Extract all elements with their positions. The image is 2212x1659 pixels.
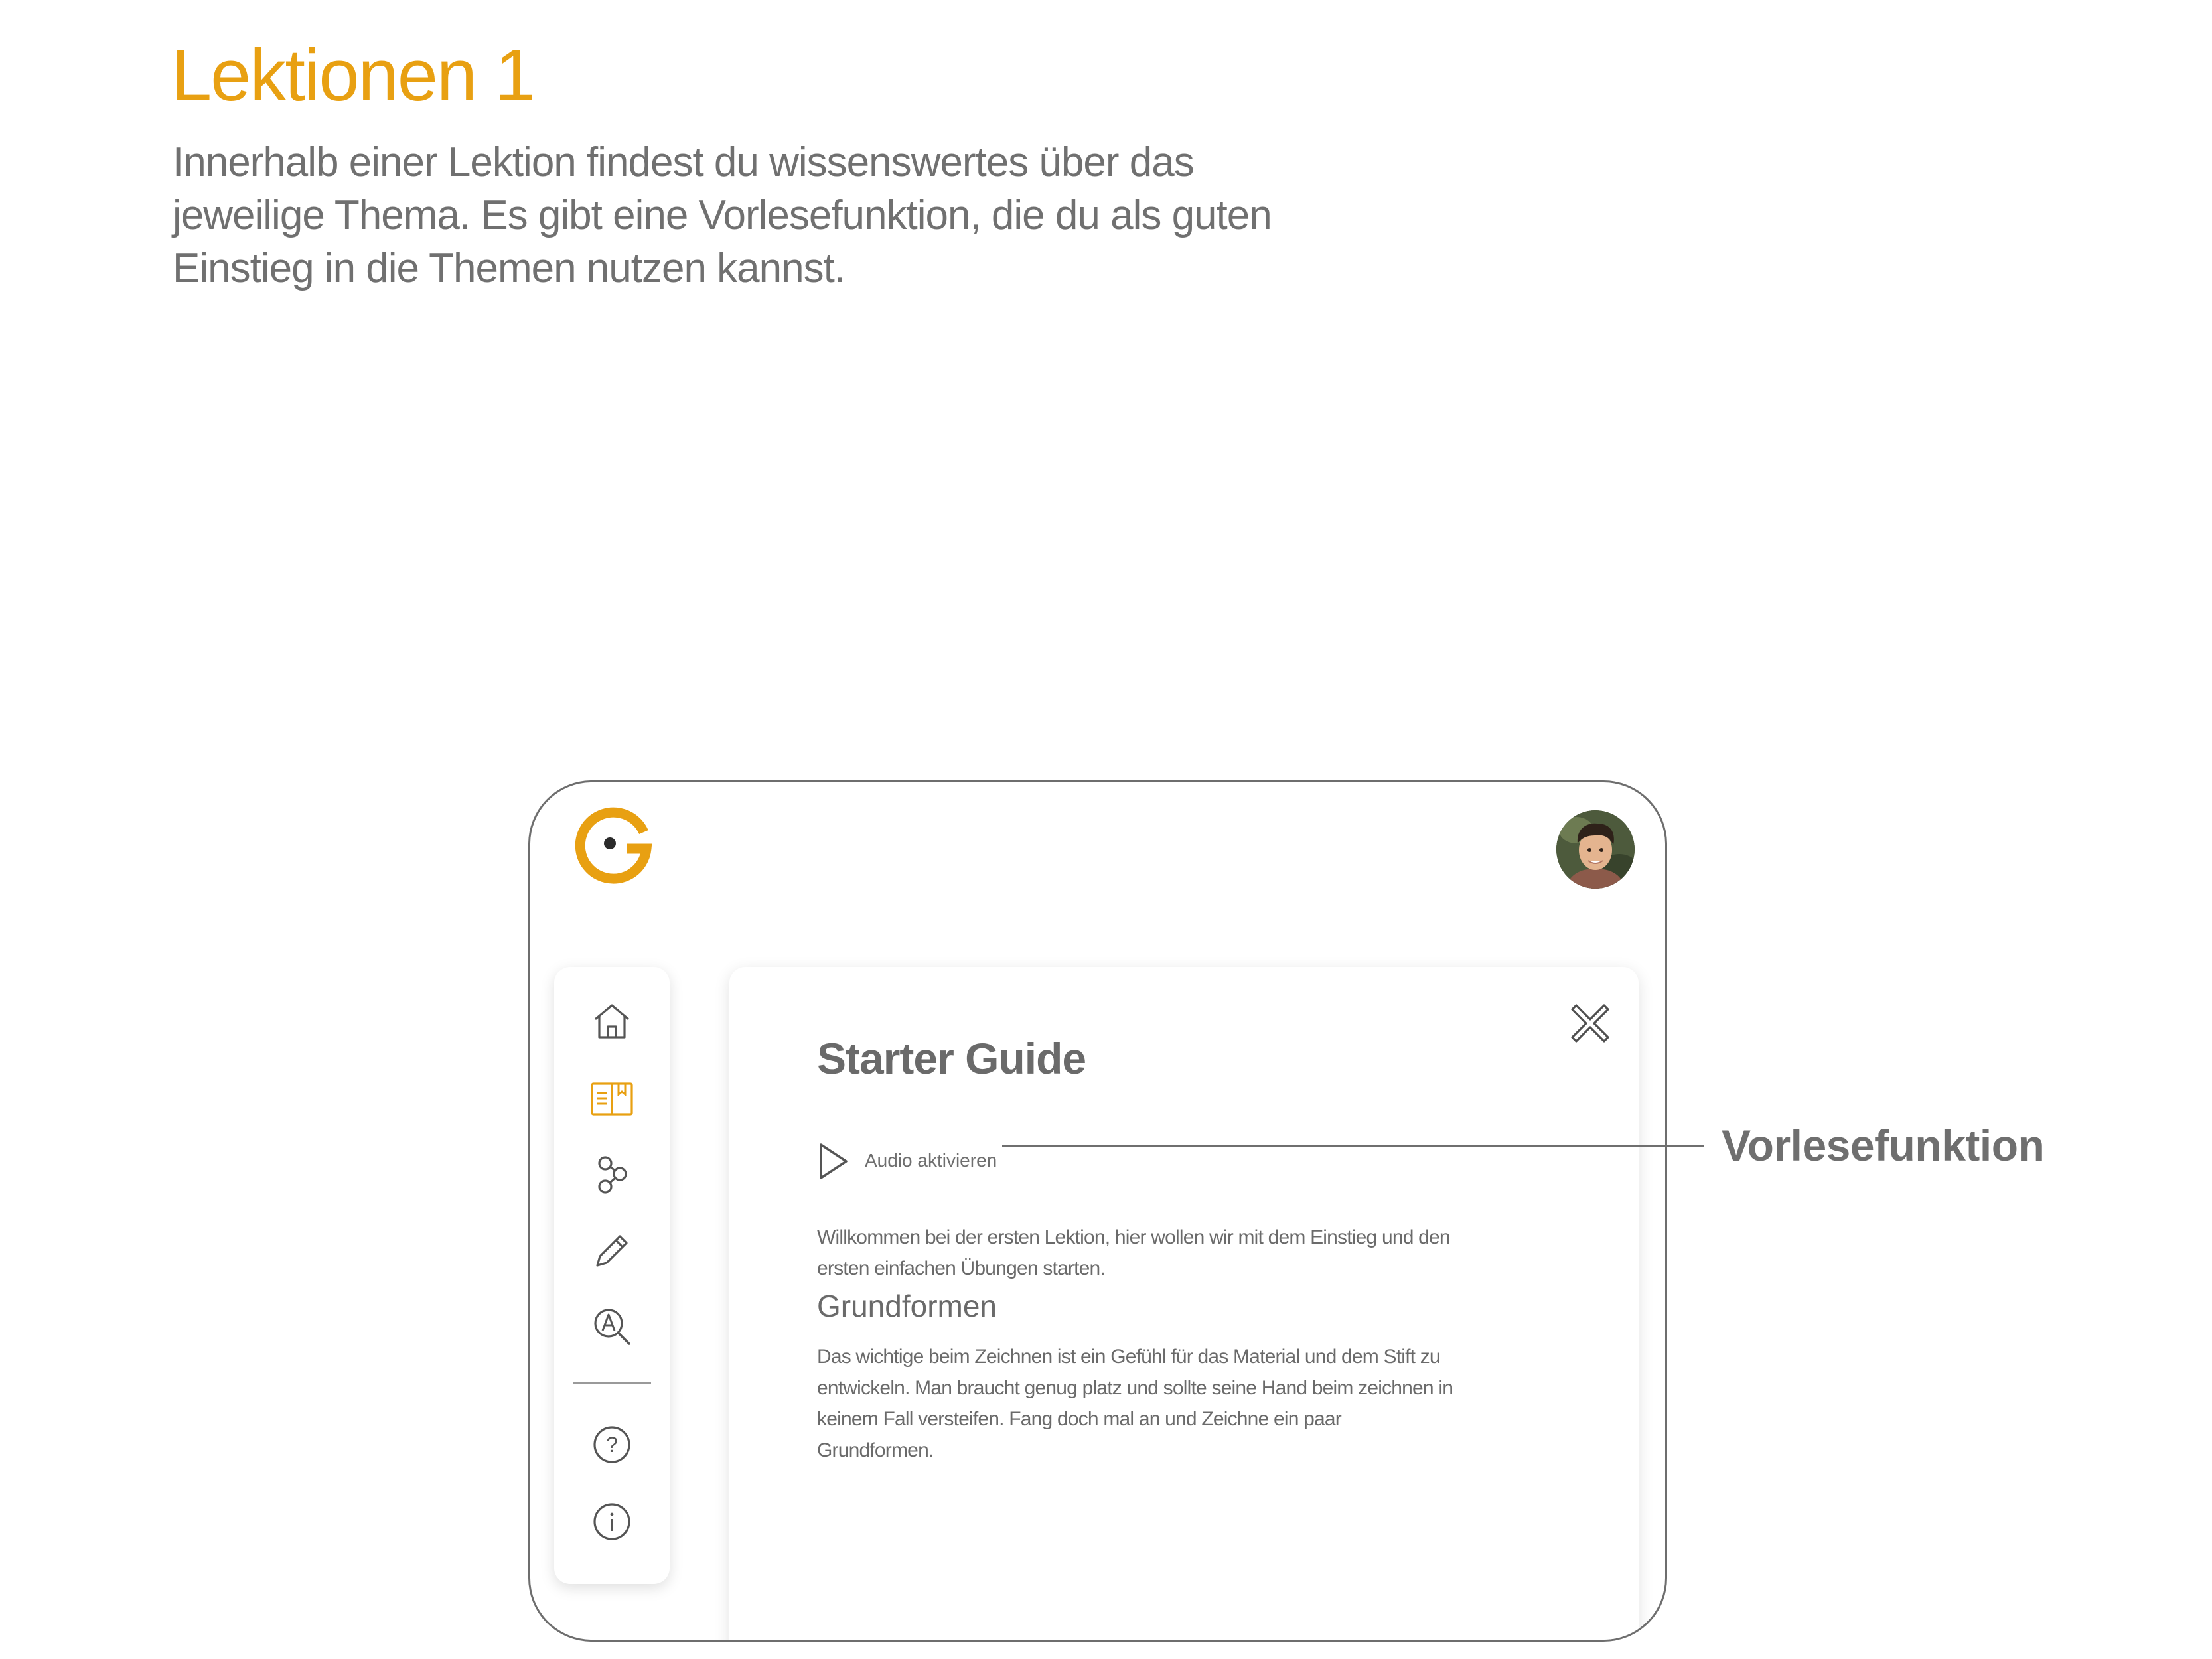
sidebar-item-info[interactable] <box>587 1496 637 1547</box>
sidebar-item-lessons[interactable] <box>587 1073 637 1123</box>
info-icon <box>593 1503 630 1540</box>
home-icon <box>595 1004 629 1039</box>
callout-connector-line <box>1002 1145 1704 1147</box>
section-title: Grundformen <box>817 1289 997 1323</box>
search-glossary-icon <box>594 1309 630 1345</box>
play-icon <box>820 1143 848 1179</box>
brand-logo-icon[interactable] <box>570 802 656 889</box>
close-button[interactable] <box>1567 1000 1613 1046</box>
sidebar-item-glossary[interactable] <box>587 1301 637 1352</box>
section-text: Das wichtige beim Zeichnen ist ein Gefüh… <box>817 1346 1453 1461</box>
svg-text:?: ? <box>606 1433 618 1457</box>
lesson-panel: Starter Guide Audio aktivieren Willkomme… <box>729 967 1639 1640</box>
audio-play-button[interactable] <box>817 1141 850 1182</box>
sidebar-divider <box>573 1382 651 1384</box>
lesson-intro-text: Willkommen bei der ersten Lektion, hier … <box>817 1226 1451 1279</box>
audio-activate-label[interactable]: Audio aktivieren <box>865 1150 997 1171</box>
user-avatar[interactable] <box>1556 810 1635 889</box>
close-icon <box>1571 1004 1609 1043</box>
lessons-book-icon <box>591 1082 633 1116</box>
help-question-icon: ? <box>593 1426 630 1463</box>
device-mockup: ? Starter Guide Audio aktivieren Willkom… <box>528 780 1667 1642</box>
sidebar-item-exercises[interactable] <box>587 1150 637 1200</box>
exercises-circles-icon <box>598 1156 627 1194</box>
page-heading: Lektionen 1 <box>171 35 536 116</box>
sidebar-item-draw[interactable] <box>587 1226 637 1276</box>
sidebar-item-help[interactable]: ? <box>587 1419 637 1470</box>
pencil-icon <box>596 1235 628 1267</box>
sidebar-nav: ? <box>554 967 670 1584</box>
callout-label: Vorlesefunktion <box>1722 1121 2045 1170</box>
sidebar-item-home[interactable] <box>587 996 637 1046</box>
lesson-title: Starter Guide <box>817 1034 1086 1083</box>
page-intro: Innerhalb einer Lektion findest du wisse… <box>173 139 1272 291</box>
